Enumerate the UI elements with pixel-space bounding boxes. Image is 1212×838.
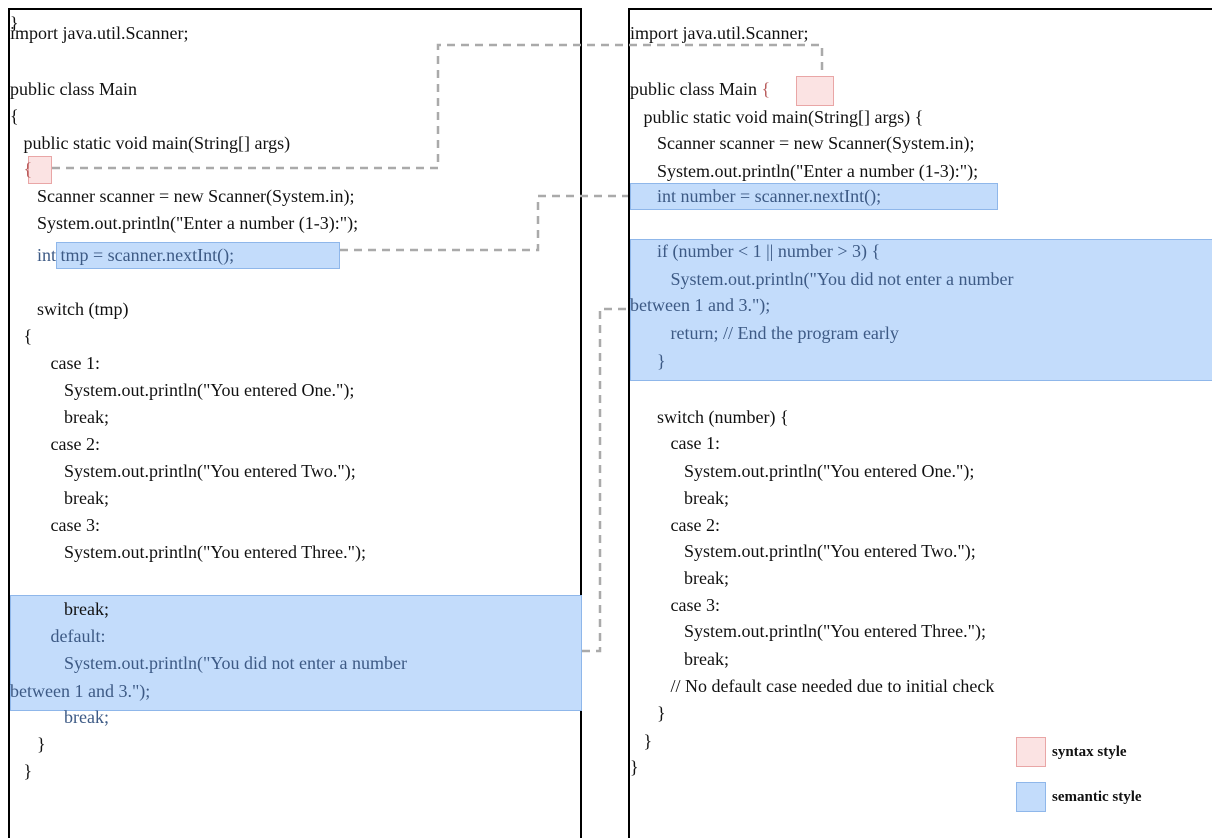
right-code-line: System.out.println("You entered One."); <box>630 461 975 481</box>
left-code-line: { <box>10 326 33 346</box>
left-code-line: public class Main <box>10 79 137 99</box>
left-code-line: System.out.println("You entered Three.")… <box>10 542 366 562</box>
right-code-line: public class Main { <box>630 76 770 103</box>
class-declaration-text: public class Main <box>630 79 762 99</box>
right-code-line: public static void main(String[] args) { <box>630 107 924 127</box>
legend-syntax-label: syntax style <box>1052 744 1127 760</box>
left-code-line: break; <box>10 599 109 619</box>
left-code-line: case 3: <box>10 515 100 535</box>
left-code-line: import java.util.Scanner; <box>10 23 189 43</box>
left-code-line: between 1 and 3."); <box>10 681 151 701</box>
right-code-line: int number = scanner.nextInt(); <box>630 186 882 206</box>
left-code-line: Scanner scanner = new Scanner(System.in)… <box>10 186 355 206</box>
left-code-line: } <box>10 761 33 781</box>
syntax-highlight-right-brace <box>796 76 834 106</box>
original-code-panel: import java.util.Scanner; public class Ma… <box>8 8 582 838</box>
right-code-line: break; <box>630 568 729 588</box>
left-code-line: break; <box>10 407 109 427</box>
connector-default <box>582 307 628 653</box>
right-code-line: case 1: <box>630 433 720 453</box>
right-code-line: } <box>630 351 666 371</box>
right-code-line: break; <box>630 488 729 508</box>
right-code-line: // No default case needed due to initial… <box>630 676 995 696</box>
left-code-line: public static void main(String[] args) <box>10 133 291 153</box>
left-code-line: System.out.println("You did not enter a … <box>10 653 407 673</box>
left-code-line: System.out.println("You entered One."); <box>10 380 355 400</box>
left-code-line: case 1: <box>10 353 100 373</box>
left-code-line: break; <box>10 707 109 727</box>
left-code-line: { <box>10 159 33 179</box>
legend-semantic-swatch <box>1016 782 1046 812</box>
legend-semantic-label: semantic style <box>1052 789 1142 805</box>
right-code-line: } <box>630 757 639 777</box>
class-open-brace: { <box>761 79 771 99</box>
left-code-line: switch (tmp) <box>10 299 129 319</box>
left-code-line: break; <box>10 488 109 508</box>
left-code-line: default: <box>10 626 106 646</box>
left-code-line: { <box>10 106 19 126</box>
right-code-line: Scanner scanner = new Scanner(System.in)… <box>630 133 975 153</box>
right-code-line: case 3: <box>630 595 720 615</box>
left-code-line: case 2: <box>10 434 100 454</box>
refactored-code-panel: import java.util.Scanner; public class Ma… <box>628 8 1212 838</box>
right-code-line: switch (number) { <box>630 407 789 427</box>
right-code-line: return; // End the program early <box>630 323 899 343</box>
left-code-line: System.out.println("You entered Two."); <box>10 461 356 481</box>
right-code-line: import java.util.Scanner; <box>630 23 809 43</box>
right-code-line: } <box>630 703 666 723</box>
right-code-line: System.out.println("You did not enter a … <box>630 269 1014 289</box>
right-code-line: between 1 and 3."); <box>630 295 771 315</box>
legend-syntax-swatch <box>1016 737 1046 767</box>
left-code-line: } <box>10 13 19 33</box>
left-code-line: int tmp = scanner.nextInt(); <box>10 245 235 265</box>
left-code-line: System.out.println("Enter a number (1-3)… <box>10 213 359 233</box>
right-code-line: break; <box>630 649 729 669</box>
right-code-line: case 2: <box>630 515 720 535</box>
right-code-line: } <box>630 731 653 751</box>
right-code-line: if (number < 1 || number > 3) { <box>630 241 881 261</box>
right-code-line: System.out.println("You entered Three.")… <box>630 621 986 641</box>
right-code-line: System.out.println("Enter a number (1-3)… <box>630 161 979 181</box>
right-code-line: System.out.println("You entered Two."); <box>630 541 976 561</box>
left-code-line: } <box>10 734 46 754</box>
